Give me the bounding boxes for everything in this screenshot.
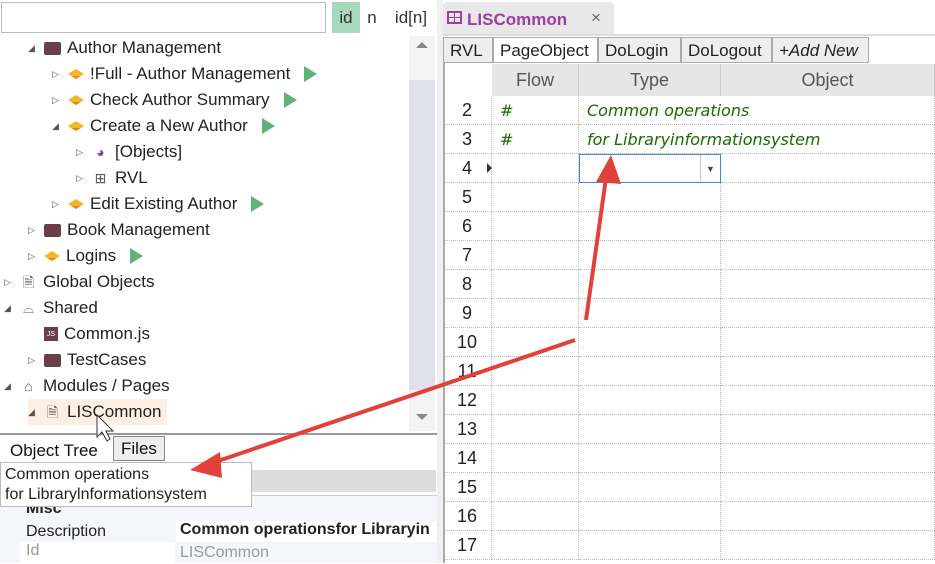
arrow-head-icon (596, 155, 621, 184)
arrow-line (584, 177, 608, 321)
mouse-cursor-icon (96, 413, 115, 442)
arrow-head-icon (190, 452, 222, 478)
arrow-line (214, 338, 576, 464)
annotation-arrows (96, 155, 621, 478)
